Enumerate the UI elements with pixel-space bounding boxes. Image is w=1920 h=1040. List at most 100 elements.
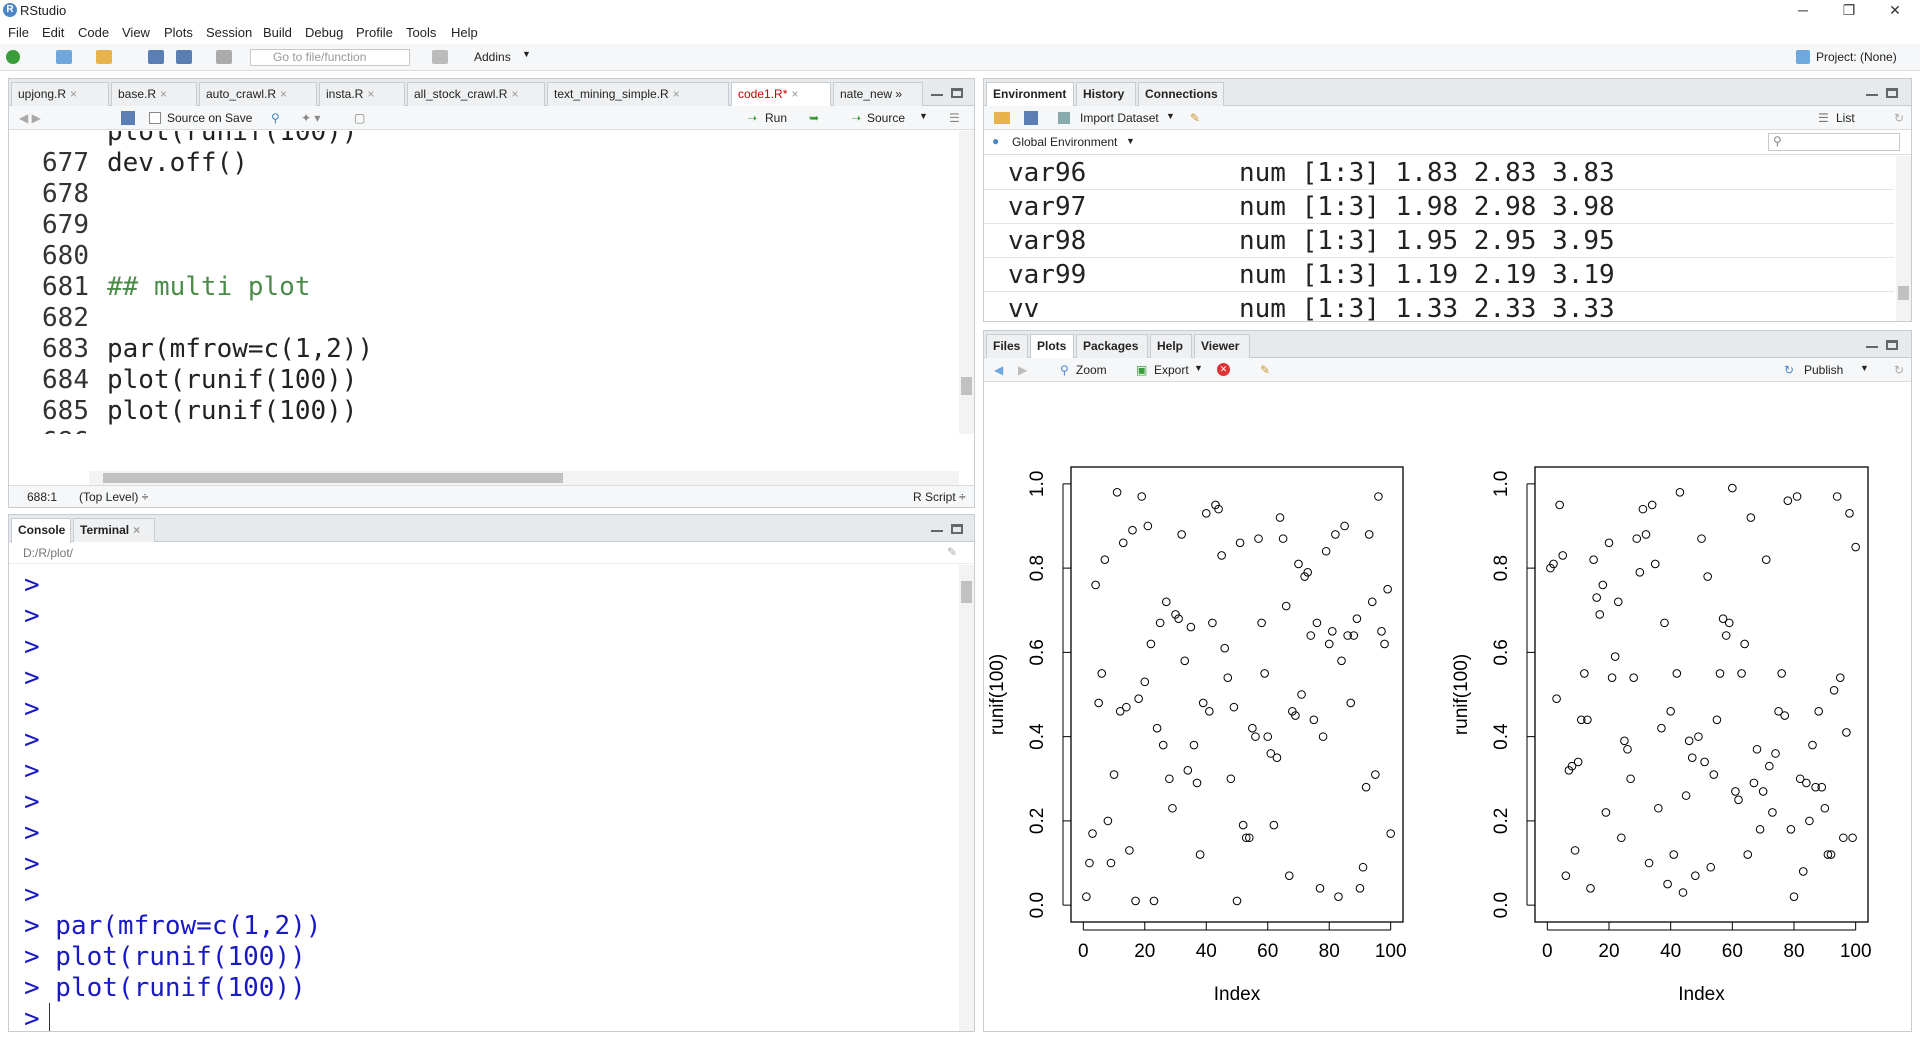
tab-plots[interactable]: Plots [1030, 334, 1074, 359]
save-icon[interactable] [148, 50, 164, 64]
tab-history[interactable]: History [1076, 82, 1136, 106]
editor-hscrollbar[interactable] [89, 471, 959, 485]
goto-file-input[interactable]: Go to file/function [250, 49, 410, 66]
zoom-button[interactable]: Zoom [1076, 363, 1107, 377]
chevron-down-icon[interactable]: ▼ [1194, 363, 1203, 373]
chevron-down-icon[interactable]: ▼ [1860, 363, 1869, 373]
tab-help[interactable]: Help [1150, 334, 1192, 358]
environment-scope-selector[interactable]: Global Environment [1012, 135, 1117, 149]
menu-plots[interactable]: Plots [164, 25, 193, 40]
data-point [1257, 618, 1266, 628]
editor-tab-code1[interactable]: code1.R* × [731, 82, 831, 107]
refresh-icon[interactable]: ↻ [1894, 363, 1904, 377]
tab-viewer[interactable]: Viewer [1194, 334, 1250, 358]
broom-icon[interactable]: ✎ [1260, 363, 1270, 377]
publish-button[interactable]: Publish [1804, 363, 1843, 377]
chevron-down-icon[interactable]: ▼ [1166, 111, 1175, 121]
grid-layout-icon[interactable] [432, 50, 448, 64]
environment-row[interactable]: var96 num [1:3] 1.83 2.83 3.83 [984, 156, 1894, 190]
new-file-icon[interactable] [6, 50, 20, 64]
editor-tab-text-mining[interactable]: text_mining_simple.R × [547, 82, 729, 106]
refresh-icon[interactable]: ↻ [1894, 111, 1904, 125]
menu-profile[interactable]: Profile [356, 25, 393, 40]
run-button[interactable]: Run [765, 111, 787, 125]
maximize-pane-icon[interactable] [951, 524, 965, 534]
menu-view[interactable]: View [122, 25, 150, 40]
project-menu[interactable]: Project: (None) [1816, 50, 1897, 64]
editor-tab-insta[interactable]: insta.R × [319, 82, 405, 106]
chevron-down-icon[interactable]: ▼ [919, 111, 928, 121]
print-icon[interactable] [216, 50, 232, 64]
search-icon[interactable]: ⚲ [271, 111, 280, 125]
tab-connections[interactable]: Connections [1138, 82, 1224, 106]
environment-row[interactable]: vv num [1:3] 1.33 2.33 3.33 [984, 292, 1894, 321]
menu-code[interactable]: Code [78, 25, 109, 40]
minimize-pane-icon[interactable] [1866, 88, 1880, 98]
restore-button[interactable]: ❐ [1826, 0, 1872, 22]
tab-terminal[interactable]: Terminal × [73, 518, 155, 542]
delete-plot-icon[interactable]: ✕ [1217, 363, 1230, 376]
minimize-pane-icon[interactable] [931, 88, 945, 98]
editor-tab-nate-new[interactable]: nate_new » [833, 82, 923, 106]
environment-row[interactable]: var98 num [1:3] 1.95 2.95 3.95 [984, 224, 1894, 258]
clear-console-icon[interactable]: ✎ [947, 545, 957, 559]
line-number: 681 [42, 272, 89, 302]
menu-tools[interactable]: Tools [406, 25, 436, 40]
back-arrow-icon[interactable]: ◀ ▶ [19, 111, 41, 125]
import-dataset-button[interactable]: Import Dataset [1080, 111, 1159, 125]
file-type-selector[interactable]: R Script ÷ [913, 490, 966, 504]
maximize-pane-icon[interactable] [951, 88, 965, 98]
console-output[interactable]: > > > > > > > > > > > > par(mfrow=c(1,2)… [9, 565, 959, 1031]
source-button[interactable]: Source [867, 111, 905, 125]
data-point [1755, 825, 1765, 834]
tab-environment[interactable]: Environment [986, 82, 1074, 107]
save-all-icon[interactable] [176, 50, 192, 64]
rerun-icon[interactable]: ➥ [809, 111, 819, 125]
outline-icon[interactable]: ☰ [949, 111, 960, 125]
open-file-icon[interactable] [96, 50, 112, 64]
broom-icon[interactable]: ✎ [1190, 111, 1200, 125]
editor-vscrollbar[interactable] [959, 131, 974, 434]
source-on-save-checkbox[interactable] [149, 112, 161, 124]
menu-debug[interactable]: Debug [305, 25, 343, 40]
environment-search-input[interactable]: ⚲ [1768, 133, 1900, 151]
console-vscrollbar[interactable] [959, 565, 974, 1031]
editor-tab-upjong[interactable]: upjong.R × [11, 82, 109, 106]
magic-wand-icon[interactable]: ✦ ▾ [301, 111, 320, 125]
new-project-icon[interactable] [56, 50, 72, 64]
environment-row[interactable]: var97 num [1:3] 1.98 2.98 3.98 [984, 190, 1894, 224]
minimize-pane-icon[interactable] [931, 524, 945, 534]
save-workspace-icon[interactable] [1024, 111, 1038, 125]
editor-tab-all-stock-crawl[interactable]: all_stock_crawl.R × [407, 82, 545, 106]
previous-plot-icon[interactable]: ◀ [994, 363, 1003, 377]
environment-row[interactable]: var99 num [1:3] 1.19 2.19 3.19 [984, 258, 1894, 292]
editor-tab-auto-crawl[interactable]: auto_crawl.R × [199, 82, 317, 106]
environment-vscrollbar[interactable] [1896, 156, 1911, 321]
menu-session[interactable]: Session [206, 25, 252, 40]
code-editor[interactable]: plot(runif(100)) 677 dev.off() 678 679 6… [9, 131, 959, 434]
compile-report-icon[interactable]: ▢ [354, 111, 365, 125]
maximize-pane-icon[interactable] [1886, 340, 1900, 350]
save-icon[interactable] [121, 111, 135, 125]
data-point [1842, 728, 1851, 737]
export-button[interactable]: Export [1154, 363, 1189, 377]
menu-help[interactable]: Help [451, 25, 478, 40]
close-button[interactable]: ✕ [1872, 0, 1918, 22]
minimize-button[interactable]: ─ [1780, 0, 1826, 22]
maximize-pane-icon[interactable] [1886, 88, 1900, 98]
view-mode-selector[interactable]: List [1836, 111, 1855, 125]
data-point [1798, 867, 1808, 876]
next-plot-icon[interactable]: ▶ [1018, 363, 1027, 377]
load-workspace-icon[interactable] [994, 112, 1010, 124]
menu-build[interactable]: Build [263, 25, 292, 40]
tab-files[interactable]: Files [986, 334, 1028, 358]
data-point [1555, 500, 1564, 510]
tab-packages[interactable]: Packages [1076, 334, 1148, 358]
addins-menu[interactable]: Addins [474, 50, 511, 64]
scope-selector[interactable]: (Top Level) ÷ [79, 490, 148, 504]
minimize-pane-icon[interactable] [1866, 340, 1880, 350]
menu-edit[interactable]: Edit [42, 25, 64, 40]
editor-tab-base[interactable]: base.R × [111, 82, 197, 106]
menu-file[interactable]: File [8, 25, 29, 40]
tab-console[interactable]: Console [11, 518, 71, 543]
